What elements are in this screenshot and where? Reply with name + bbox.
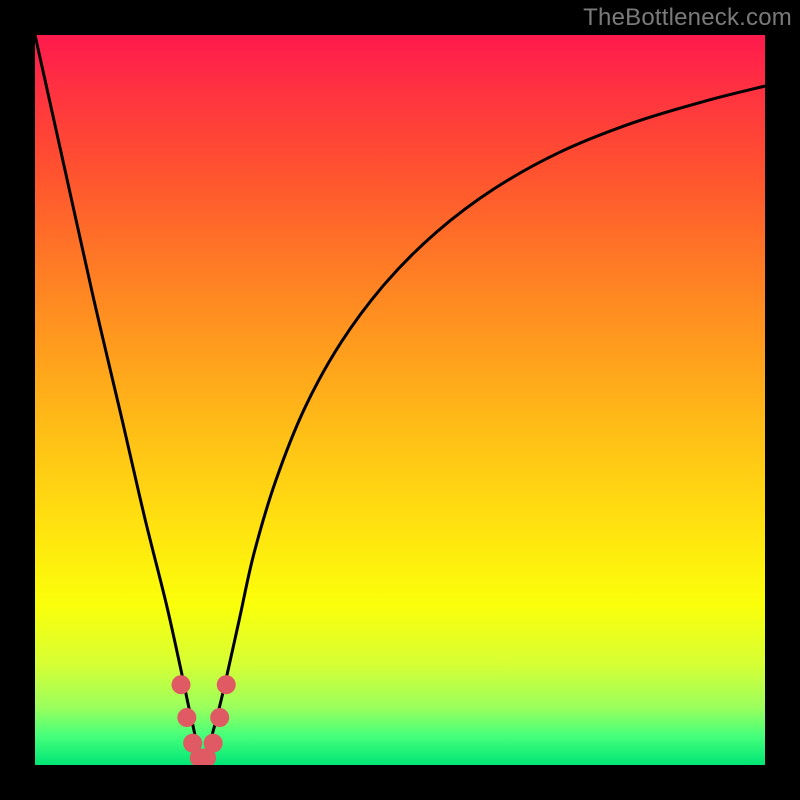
plot-area xyxy=(35,35,765,765)
curve-svg xyxy=(35,35,765,765)
optimum-marker xyxy=(217,675,236,694)
optimum-marker xyxy=(172,675,191,694)
bottleneck-curve xyxy=(35,35,765,761)
optimum-marker xyxy=(177,708,196,727)
watermark-text: TheBottleneck.com xyxy=(583,4,792,32)
optimum-marker xyxy=(210,708,229,727)
chart-stage: TheBottleneck.com xyxy=(0,0,800,800)
optimum-markers xyxy=(172,675,236,765)
optimum-marker xyxy=(204,734,223,753)
